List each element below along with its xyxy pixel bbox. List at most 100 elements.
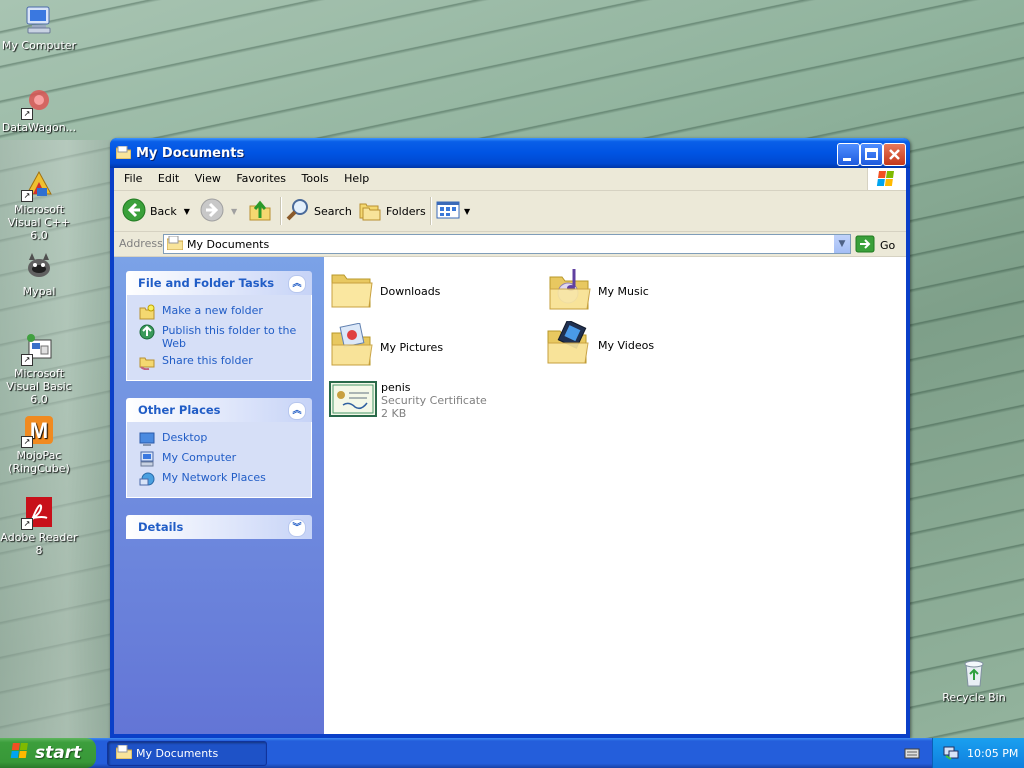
desktop-icon-label: Adobe Reader 8 [0,531,78,557]
my-network-places-link[interactable]: My Network Places [139,471,311,487]
datawagon-icon: ↗ [21,86,55,120]
toolbar-separator [280,197,282,225]
address-dropdown-icon[interactable]: ▼ [834,235,850,253]
panel-body: Make a new folder Publish this folder to… [126,295,312,381]
file-folder-tasks-header[interactable]: File and Folder Tasks ︽ [126,271,312,295]
taskbar-item-my-documents[interactable]: My Documents [107,741,267,766]
file-name: My Pictures [380,341,444,354]
file-name: Downloads [380,285,441,298]
network-places-icon [139,471,155,487]
file-name: My Videos [598,339,655,352]
shortcut-arrow-icon: ↗ [21,108,33,120]
recycle-bin-icon [958,656,990,688]
menu-bar: File Edit View Favorites Tools Help [114,168,906,191]
desktop-icon-mojopac[interactable]: M ↗ MojoPac (RingCube) [0,414,78,475]
desktop-icon-label: MojoPac (RingCube) [8,449,70,475]
address-input[interactable]: My Documents ▼ [163,234,851,254]
panel-title: File and Folder Tasks [138,276,275,290]
windows-logo-icon [10,742,30,765]
folders-button[interactable]: Folders [358,198,426,224]
other-places-panel: Other Places ︽ Desktop My Computer My Ne… [126,398,312,498]
music-folder-icon [548,267,592,316]
start-button[interactable]: start [0,738,96,768]
file-item-my-music[interactable]: My Music [548,267,649,316]
menu-edit[interactable]: Edit [152,168,185,190]
go-button[interactable]: Go [855,235,895,256]
desktop-icon-visual-basic[interactable]: ↗ Microsoft Visual Basic 6.0 [0,332,78,406]
visual-basic-icon: ↗ [21,332,55,366]
back-arrow-icon [122,198,150,225]
window-client: File Edit View Favorites Tools Help Back… [114,168,906,734]
views-button[interactable]: ▼ [436,198,470,224]
up-folder-button[interactable] [248,198,276,224]
other-places-header[interactable]: Other Places ︽ [126,398,312,422]
link-label: Make a new folder [162,304,263,317]
desktop-icon-datawagon[interactable]: ↗ DataWagon... [0,86,78,134]
search-button[interactable]: Search [286,198,352,224]
shortcut-arrow-icon: ↗ [21,518,33,530]
menu-file[interactable]: File [118,168,148,190]
certificate-icon [329,381,377,420]
forward-dropdown-icon[interactable]: ▼ [231,207,237,216]
views-icon [436,198,464,225]
menu-favorites[interactable]: Favorites [230,168,292,190]
shortcut-arrow-icon: ↗ [21,436,33,448]
desktop-icon-visual-cpp[interactable]: ↗ Microsoft Visual C++ 6.0 [0,168,78,242]
desktop-icon-label: My Computer [1,39,77,52]
back-button[interactable]: Back ▼ [122,198,190,224]
menu-help[interactable]: Help [338,168,375,190]
publish-folder-link[interactable]: Publish this folder to the Web [139,324,311,350]
file-list-view: Downloads My Music My Pictures My Videos [324,257,906,734]
mypal-icon [23,250,55,282]
system-tray: 10:05 PM [932,738,1024,768]
menu-tools[interactable]: Tools [296,168,335,190]
collapse-chevron-icon[interactable]: ︽ [288,275,306,293]
my-computer-icon [23,4,55,36]
my-computer-icon [139,451,155,467]
toolbar-separator [430,197,432,225]
file-item-downloads[interactable]: Downloads [330,269,440,314]
menu-view[interactable]: View [189,168,227,190]
details-header[interactable]: Details ︾ [126,515,312,539]
file-item-certificate[interactable]: penis Security Certificate 2 KB [329,381,487,420]
share-folder-link[interactable]: Share this folder [139,354,311,371]
folder-icon [166,235,184,253]
panel-title: Other Places [138,403,221,417]
back-dropdown-icon[interactable]: ▼ [184,207,190,216]
close-button[interactable] [883,143,906,166]
link-label: Share this folder [162,354,253,367]
my-computer-link[interactable]: My Computer [139,451,311,467]
file-details: penis Security Certificate 2 KB [381,381,487,420]
publish-web-icon [139,324,155,340]
minimize-button[interactable] [837,143,860,166]
desktop-icon-mypal[interactable]: Mypal [0,250,78,298]
title-bar[interactable]: My Documents [110,138,910,168]
folders-label: Folders [386,204,426,218]
forward-button[interactable]: ▼ [200,198,237,224]
search-icon [286,198,314,225]
window-title: My Documents [136,146,245,161]
file-item-my-pictures[interactable]: My Pictures [330,322,444,372]
network-icon[interactable] [943,744,959,763]
collapse-chevron-icon[interactable]: ︽ [288,402,306,420]
views-dropdown-icon: ▼ [464,206,471,216]
desktop-icon-my-computer[interactable]: My Computer [0,4,78,52]
maximize-button[interactable] [860,143,883,166]
start-label: start [35,743,82,763]
keyboard-icon[interactable] [904,746,920,763]
file-folder-tasks-panel: File and Folder Tasks ︽ Make a new folde… [126,271,312,381]
explorer-window: My Documents File Edit View Favorites To… [110,138,910,738]
make-new-folder-link[interactable]: Make a new folder [139,304,311,320]
mojopac-icon: M ↗ [21,414,55,448]
file-type: Security Certificate [381,394,487,407]
desktop-icon-recycle-bin[interactable]: Recycle Bin [935,656,1013,704]
desktop-link[interactable]: Desktop [139,431,311,447]
expand-chevron-icon[interactable]: ︾ [288,519,306,537]
share-folder-icon [139,354,155,371]
details-panel: Details ︾ [126,515,312,539]
forward-arrow-icon [200,198,228,225]
desktop-icon-adobe-reader[interactable]: ↗ Adobe Reader 8 [0,496,78,557]
clock[interactable]: 10:05 PM [967,747,1018,760]
file-item-my-videos[interactable]: My Videos [546,319,655,370]
folder-icon [115,744,133,762]
